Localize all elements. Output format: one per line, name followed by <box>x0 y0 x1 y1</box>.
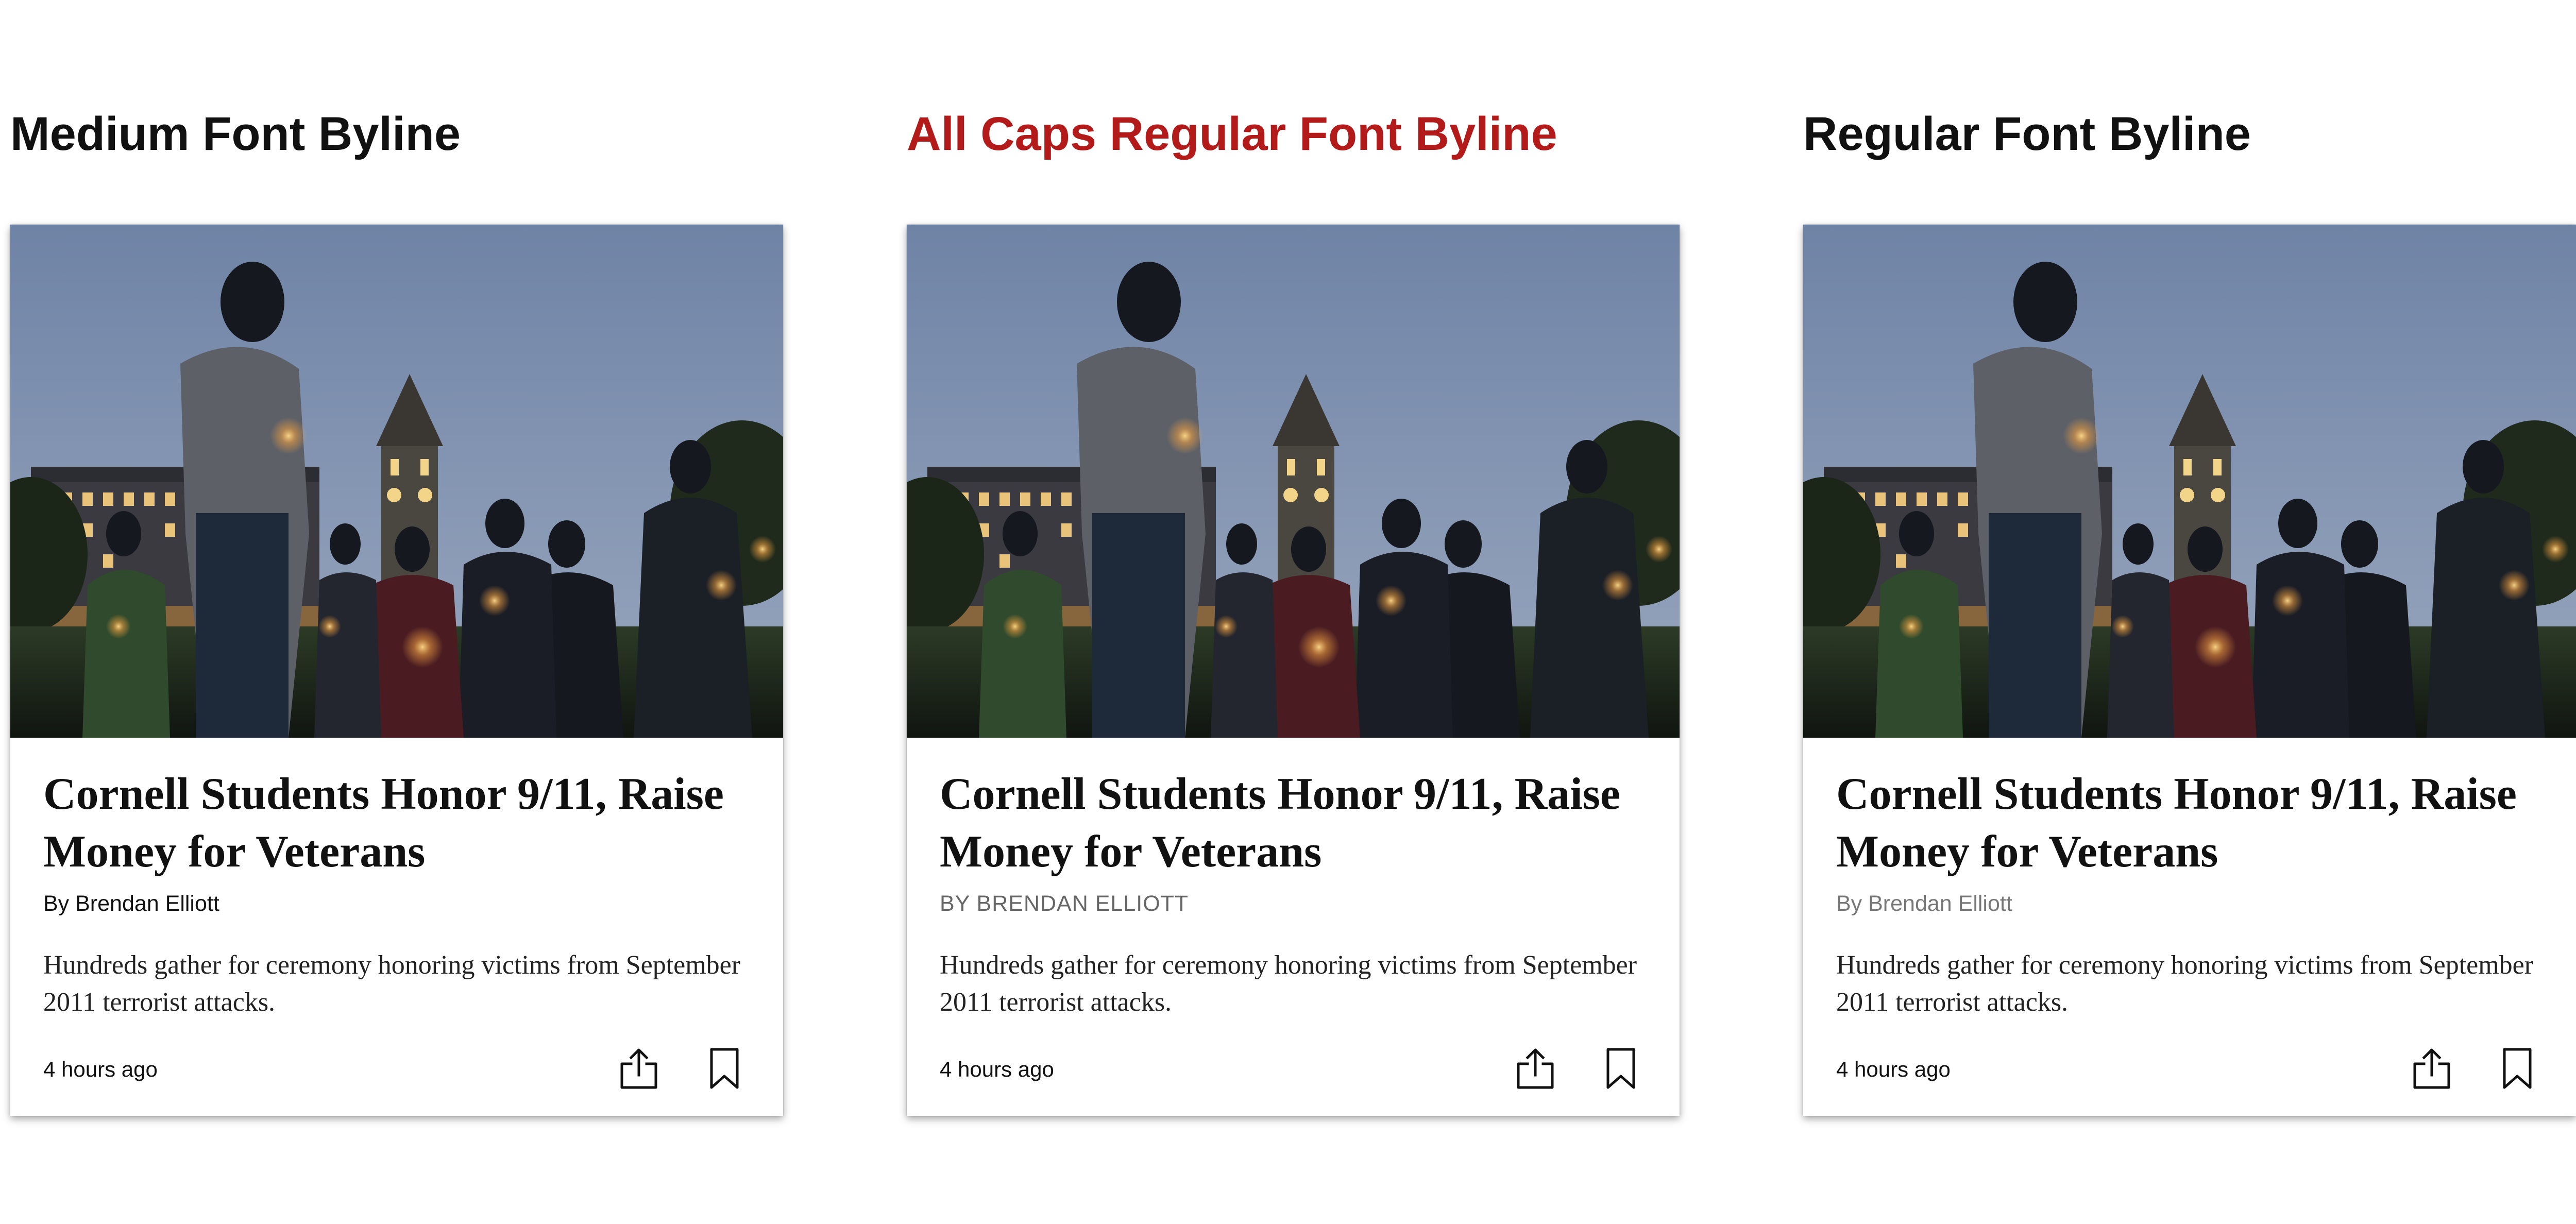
article-timestamp: 4 hours ago <box>940 1057 1054 1081</box>
article-headline[interactable]: Cornell Students Honor 9/11, Raise Money… <box>1836 766 2547 881</box>
share-button[interactable] <box>2406 1043 2458 1094</box>
column-all-caps-byline: All Caps Regular Font Byline Cornell Stu… <box>907 0 1680 1224</box>
article-card[interactable]: Cornell Students Honor 9/11, Raise Money… <box>10 225 783 1116</box>
bookmark-icon <box>2503 1048 2532 1089</box>
bookmark-button[interactable] <box>2492 1043 2543 1094</box>
article-photo <box>10 225 783 738</box>
article-card[interactable]: Cornell Students Honor 9/11, Raise Money… <box>1803 225 2576 1116</box>
article-photo <box>907 225 1680 738</box>
bookmark-icon <box>710 1048 739 1089</box>
share-icon <box>620 1048 657 1089</box>
article-byline: By Brendan Elliott <box>43 891 219 916</box>
article-photo <box>1803 225 2576 738</box>
article-card[interactable]: Cornell Students Honor 9/11, Raise Money… <box>907 225 1680 1116</box>
bookmark-button[interactable] <box>699 1043 750 1094</box>
article-summary: Hundreds gather for ceremony honoring vi… <box>1836 950 2534 1017</box>
article-summary: Hundreds gather for ceremony honoring vi… <box>43 950 741 1017</box>
share-icon <box>1517 1048 1554 1089</box>
article-byline: By Brendan Elliott <box>1836 891 2012 916</box>
article-timestamp: 4 hours ago <box>1836 1057 1951 1081</box>
column-regular-font-byline: Regular Font Byline Cornell Students Hon… <box>1803 0 2576 1224</box>
section-title: All Caps Regular Font Byline <box>907 108 1557 160</box>
share-button[interactable] <box>1510 1043 1561 1094</box>
article-byline: BY BRENDAN ELLIOTT <box>940 891 1189 916</box>
article-headline[interactable]: Cornell Students Honor 9/11, Raise Money… <box>940 766 1651 881</box>
article-headline[interactable]: Cornell Students Honor 9/11, Raise Money… <box>43 766 754 881</box>
section-title: Medium Font Byline <box>10 108 461 160</box>
share-button[interactable] <box>613 1043 665 1094</box>
column-medium-font-byline: Medium Font Byline Cornell Students Hono… <box>10 0 783 1224</box>
article-timestamp: 4 hours ago <box>43 1057 158 1081</box>
share-icon <box>2413 1048 2450 1089</box>
bookmark-button[interactable] <box>1595 1043 1647 1094</box>
bookmark-icon <box>1606 1048 1635 1089</box>
article-summary: Hundreds gather for ceremony honoring vi… <box>940 950 1637 1017</box>
section-title: Regular Font Byline <box>1803 108 2251 160</box>
